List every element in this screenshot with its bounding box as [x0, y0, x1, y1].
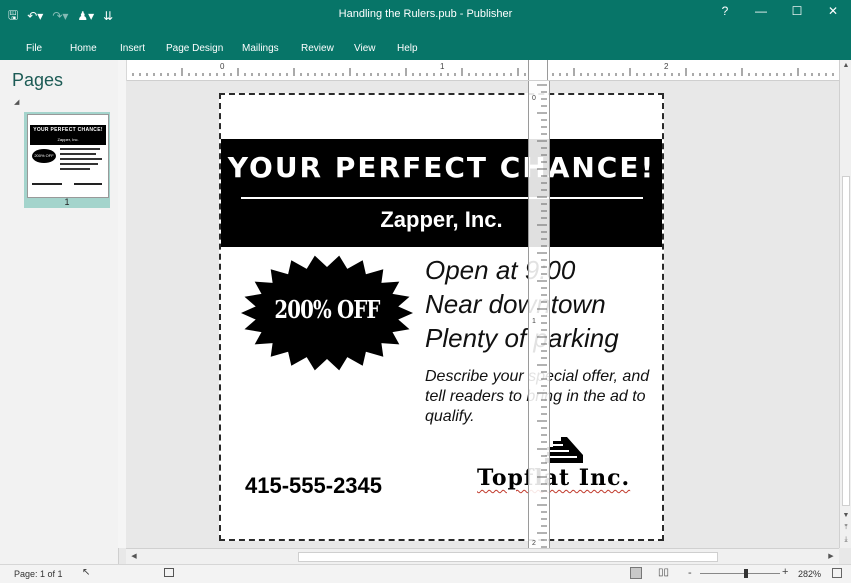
thumb-phone	[32, 183, 62, 185]
page-thumbnail-image: YOUR PERFECT CHANCE! Zapper, Inc. 200% O…	[27, 114, 109, 198]
headline-text[interactable]: YOUR PERFECT CHANCE!	[221, 151, 662, 184]
collapse-icon[interactable]: ◢	[14, 98, 19, 106]
object-position-icon	[164, 568, 174, 577]
phone-number[interactable]: 415-555-2345	[245, 473, 382, 499]
tab-page-design[interactable]: Page Design	[166, 43, 223, 54]
pages-pane: Pages ◢ YOUR PERFECT CHANCE! Zapper, Inc…	[0, 60, 119, 564]
logo-name[interactable]: Topflat Inc.	[477, 465, 630, 491]
scroll-left-icon[interactable]: ◀	[128, 551, 140, 563]
scroll-down-icon[interactable]: ▼	[840, 510, 851, 522]
pages-pane-title: Pages	[12, 70, 64, 90]
zoom-in-button[interactable]: +	[782, 566, 788, 578]
window-controls: ? — ☐ ✕	[707, 0, 851, 22]
zoom-level[interactable]: 282%	[798, 569, 821, 579]
zoom-out-button[interactable]: -	[688, 567, 692, 579]
two-page-view-icon[interactable]: ▯▯	[658, 567, 669, 578]
thumb-headline-band: YOUR PERFECT CHANCE! Zapper, Inc.	[30, 125, 106, 145]
publication-page[interactable]: YOUR PERFECT CHANCE! Zapper, Inc. 200% O…	[219, 93, 664, 541]
offer-line-3[interactable]: Plenty of parking	[425, 323, 619, 354]
tab-view[interactable]: View	[354, 43, 376, 54]
floating-ruler-top	[528, 60, 548, 80]
workspace[interactable]: YOUR PERFECT CHANCE! Zapper, Inc. 200% O…	[126, 81, 839, 548]
thumb-logo	[74, 183, 102, 185]
minimize-button[interactable]: —	[743, 0, 779, 22]
title-bar: 🖫 ↶▾ ↷▾ ♟▾ ⇊ Handling the Rulers.pub - P…	[0, 0, 851, 40]
page-number: 1	[64, 197, 70, 207]
headline-rule	[241, 197, 643, 199]
company-name[interactable]: Zapper, Inc.	[221, 207, 662, 233]
v-ruler-label: 0	[532, 95, 536, 102]
cursor-icon: ↖	[82, 567, 91, 578]
tab-mailings[interactable]: Mailings	[242, 43, 279, 54]
ribbon-tabs: File Home Insert Page Design Mailings Re…	[0, 40, 851, 60]
tab-file[interactable]: File	[26, 43, 42, 54]
page-thumbnail[interactable]: YOUR PERFECT CHANCE! Zapper, Inc. 200% O…	[24, 112, 110, 208]
next-page-icon[interactable]: ⤓	[840, 534, 851, 546]
horizontal-ruler-ticks	[126, 68, 834, 76]
tab-insert[interactable]: Insert	[120, 43, 145, 54]
previous-page-icon[interactable]: ⤒	[840, 522, 851, 534]
offer-line-1[interactable]: Open at 9:00	[425, 255, 575, 286]
maximize-button[interactable]: ☐	[779, 0, 815, 22]
thumb-starburst: 200% OFF	[32, 149, 56, 163]
thumb-headline: YOUR PERFECT CHANCE!	[33, 127, 103, 133]
h-ruler-label: 2	[664, 62, 669, 71]
zoom-slider[interactable]	[700, 573, 780, 574]
horizontal-scrollbar[interactable]: ◀ ▶	[126, 548, 839, 565]
v-ruler-label: 2	[532, 540, 536, 547]
scroll-up-icon[interactable]: ▲	[840, 60, 851, 72]
thumb-company: Zapper, Inc.	[57, 137, 79, 142]
h-ruler-label: 1	[440, 62, 445, 71]
help-button[interactable]: ?	[707, 0, 743, 22]
tab-help[interactable]: Help	[397, 43, 418, 54]
close-button[interactable]: ✕	[815, 0, 851, 22]
starburst-text: 200% OFF	[274, 295, 380, 324]
floating-ruler-ticks	[537, 84, 547, 548]
scroll-right-icon[interactable]: ▶	[825, 551, 837, 563]
horizontal-ruler[interactable]: 0 1 2	[126, 60, 839, 81]
offer-line-2[interactable]: Near downtown	[425, 289, 606, 320]
page-count[interactable]: Page: 1 of 1	[14, 569, 63, 579]
zoom-slider-handle[interactable]	[744, 569, 748, 578]
status-bar: Page: 1 of 1 ↖ ▯▯ - + 282%	[0, 564, 851, 583]
h-ruler-label: 0	[220, 62, 225, 71]
thumb-text-lines	[60, 148, 104, 173]
tab-review[interactable]: Review	[301, 43, 334, 54]
tab-home[interactable]: Home	[70, 43, 97, 54]
headline-band: YOUR PERFECT CHANCE! Zapper, Inc.	[221, 139, 662, 247]
fit-page-icon[interactable]	[832, 568, 842, 578]
single-page-view-icon[interactable]	[630, 567, 642, 579]
vertical-scroll-thumb[interactable]	[842, 176, 850, 506]
floating-vertical-ruler[interactable]: 0 1 2	[528, 81, 550, 548]
horizontal-scroll-thumb[interactable]	[298, 552, 718, 562]
vertical-scrollbar[interactable]: ▲ ▼ ⤒ ⤓	[839, 60, 851, 548]
v-ruler-label: 1	[532, 318, 536, 325]
